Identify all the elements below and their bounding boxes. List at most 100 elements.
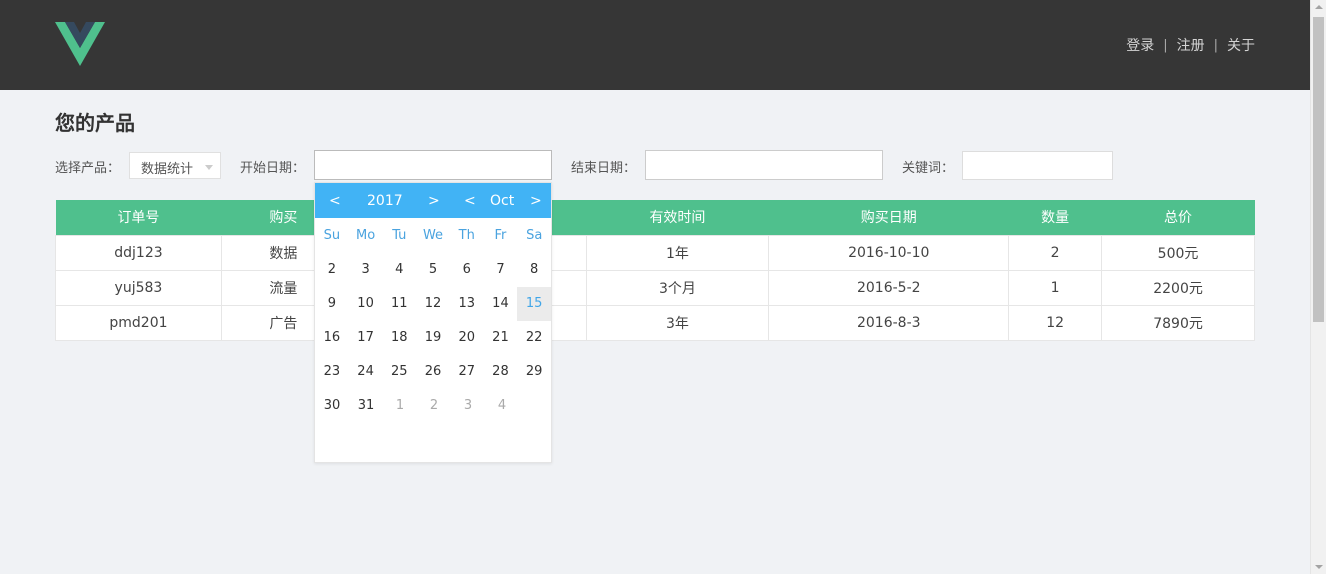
calendar-day[interactable]: 30: [315, 389, 349, 423]
calendar-day[interactable]: 12: [416, 287, 450, 321]
top-nav: 登录 | 注册 | 关于: [1126, 35, 1255, 55]
weekday-label: Fr: [494, 228, 507, 243]
calendar-day[interactable]: 14: [484, 287, 518, 321]
calendar-day[interactable]: 16: [315, 321, 349, 355]
login-link[interactable]: 登录: [1126, 35, 1154, 55]
about-link[interactable]: 关于: [1227, 35, 1255, 55]
scrollbar-thumb[interactable]: [1313, 17, 1324, 322]
start-date-label: 开始日期：: [240, 161, 306, 176]
calendar-day-highlighted[interactable]: 15: [517, 287, 552, 321]
calendar-day[interactable]: 29: [517, 355, 551, 389]
weekday-label: Th: [458, 228, 475, 243]
table-cell: 7890元: [1101, 304, 1255, 341]
table-cell: 12: [1008, 304, 1103, 341]
column-header[interactable]: 购买日期: [768, 200, 1009, 235]
calendar-day[interactable]: 25: [382, 355, 416, 389]
chevron-down-icon: [205, 165, 213, 170]
column-header[interactable]: 总价: [1101, 200, 1255, 235]
calendar-day-next-month[interactable]: 3: [451, 389, 485, 423]
prev-year-button[interactable]: <: [329, 193, 341, 209]
nav-separator: |: [1213, 37, 1218, 53]
calendar-day[interactable]: 6: [450, 253, 484, 287]
calendar-day[interactable]: 24: [349, 355, 383, 389]
table-cell: 2016-5-2: [768, 269, 1010, 306]
table-cell: 1年: [585, 234, 770, 271]
table-cell: ddj123: [55, 234, 222, 271]
calendar-week: 16 17 18 19 20 21 22: [315, 321, 551, 355]
calendar-day[interactable]: 4: [382, 253, 416, 287]
vue-logo-icon[interactable]: [55, 22, 105, 67]
calendar-day[interactable]: 18: [382, 321, 416, 355]
page-scrollbar[interactable]: [1310, 0, 1326, 574]
calendar-week: 9 10 11 12 13 14 15: [315, 287, 552, 321]
weekday-label: Mo: [355, 228, 376, 243]
weekday-label: Tu: [392, 228, 407, 243]
month-label[interactable]: Oct: [490, 193, 514, 209]
product-select[interactable]: 数据统计: [129, 152, 221, 179]
calendar-day[interactable]: 9: [315, 287, 349, 321]
end-date-label: 结束日期：: [571, 161, 637, 176]
next-year-button[interactable]: >: [428, 193, 440, 209]
column-header[interactable]: 订单号: [55, 200, 222, 235]
prev-month-button[interactable]: <: [464, 193, 476, 209]
table-cell: 2016-8-3: [768, 304, 1010, 341]
calendar-day[interactable]: 5: [416, 253, 450, 287]
keyword-input[interactable]: [962, 151, 1113, 180]
table-cell: 2200元: [1101, 269, 1255, 306]
calendar-day[interactable]: 26: [416, 355, 450, 389]
date-picker-popup: < 2017 > < Oct > Su Mo Tu We Th Fr Sa 2 …: [314, 182, 552, 463]
top-header: 登录 | 注册 | 关于: [0, 0, 1310, 90]
calendar-day[interactable]: 2: [315, 253, 349, 287]
end-date-input[interactable]: [645, 150, 883, 180]
calendar-day[interactable]: 11: [382, 287, 416, 321]
scroll-up-icon[interactable]: [1315, 5, 1323, 9]
keyword-label: 关键词：: [902, 161, 955, 176]
weekday-label: Su: [323, 228, 341, 243]
year-label[interactable]: 2017: [367, 193, 403, 209]
table-row[interactable]: yuj583 流量 3个月 2016-5-2 1 2200元: [55, 269, 1255, 306]
calendar-week: 23 24 25 26 27 28 29: [315, 355, 551, 389]
nav-separator: |: [1163, 37, 1168, 53]
calendar-day[interactable]: 31: [349, 389, 383, 423]
table-cell: 2016-10-10: [768, 234, 1010, 271]
calendar-day[interactable]: 8: [517, 253, 551, 287]
calendar-day[interactable]: 22: [517, 321, 551, 355]
start-date-input[interactable]: [314, 150, 552, 180]
orders-table: 订单号 购买 有效时间 购买日期 数量 总价 ddj123 数据 1年 2016…: [55, 200, 1255, 341]
table-cell: yuj583: [55, 269, 222, 306]
register-link[interactable]: 注册: [1177, 35, 1205, 55]
calendar-day[interactable]: 23: [315, 355, 349, 389]
calendar-day-next-month[interactable]: 4: [485, 389, 519, 423]
calendar-week: 30 31 1 2 3 4: [315, 389, 551, 423]
calendar-day[interactable]: 20: [450, 321, 484, 355]
weekday-row: Su Mo Tu We Th Fr Sa: [315, 218, 551, 253]
scroll-down-icon[interactable]: [1315, 565, 1323, 569]
product-select-value: 数据统计: [141, 162, 194, 177]
calendar-day[interactable]: 21: [484, 321, 518, 355]
page-title: 您的产品: [55, 111, 135, 135]
column-header[interactable]: 数量: [1008, 200, 1102, 235]
table-header-row: 订单号 购买 有效时间 购买日期 数量 总价: [55, 200, 1255, 235]
table-row[interactable]: pmd201 广告 3年 2016-8-3 12 7890元: [55, 304, 1255, 341]
table-cell: 3个月: [585, 269, 770, 306]
calendar-day-next-month[interactable]: 2: [417, 389, 451, 423]
table-cell: pmd201: [55, 304, 222, 341]
calendar-day[interactable]: 13: [450, 287, 484, 321]
calendar-day-next-month[interactable]: 1: [383, 389, 417, 423]
table-row[interactable]: ddj123 数据 1年 2016-10-10 2 500元: [55, 234, 1255, 271]
date-picker-header: < 2017 > < Oct >: [315, 183, 551, 218]
next-month-button[interactable]: >: [530, 193, 542, 209]
weekday-label: We: [422, 228, 444, 243]
weekday-label: Sa: [526, 228, 543, 243]
calendar-day[interactable]: 10: [349, 287, 383, 321]
calendar-day[interactable]: 7: [484, 253, 518, 287]
table-cell: 2: [1008, 234, 1103, 271]
calendar-day[interactable]: 27: [450, 355, 484, 389]
calendar-day[interactable]: 3: [349, 253, 383, 287]
column-header[interactable]: 有效时间: [586, 200, 769, 235]
calendar-day[interactable]: 17: [349, 321, 383, 355]
table-cell: 1: [1008, 269, 1103, 306]
calendar-day[interactable]: 19: [416, 321, 450, 355]
calendar-day[interactable]: 28: [484, 355, 518, 389]
product-label: 选择产品：: [55, 161, 121, 176]
